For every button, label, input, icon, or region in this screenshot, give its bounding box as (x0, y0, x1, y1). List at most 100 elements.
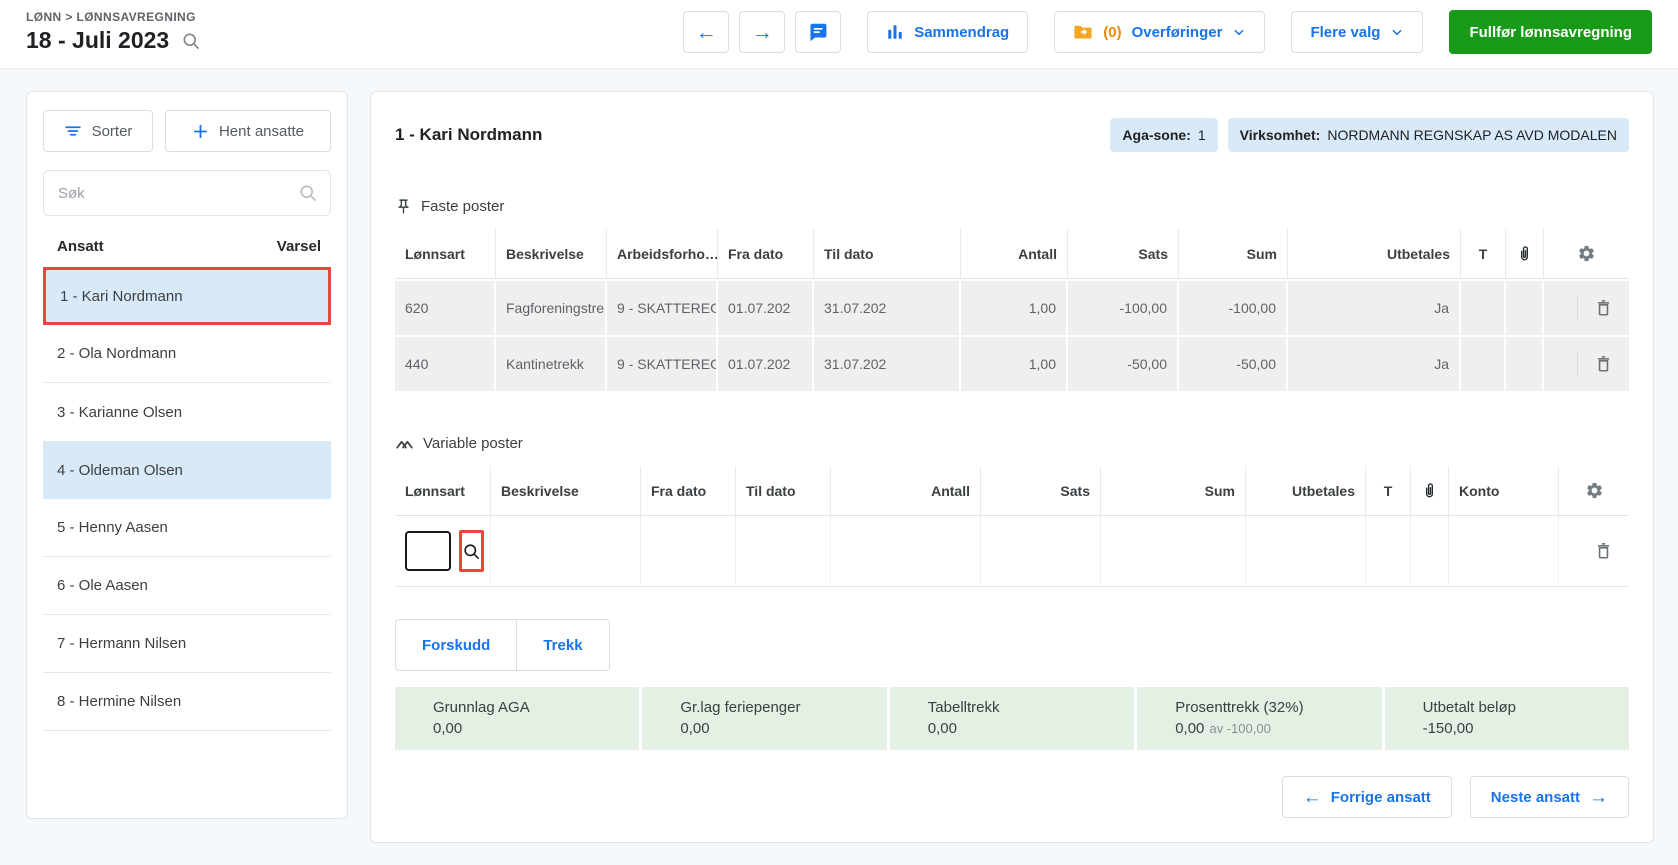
table-header-row: Lønnsart Beskrivelse Fra dato Til dato A… (395, 466, 1629, 516)
summary-card-prosenttrekk: Prosenttrekk (32%) 0,00av -100,00 (1137, 687, 1381, 750)
flere-valg-button[interactable]: Flere valg (1291, 11, 1423, 53)
tab-trekk[interactable]: Trekk (516, 620, 608, 670)
cell-lonnsart (395, 516, 491, 587)
chevron-down-icon (1232, 25, 1246, 39)
cell-arbeidsforhold: 9 - SKATTEREG (607, 281, 718, 335)
sort-label: Sorter (92, 123, 133, 140)
period-search-icon[interactable] (181, 31, 201, 51)
table-header-row: Lønnsart Beskrivelse Arbeidsforho… Fra d… (395, 229, 1629, 279)
summary-card-feriepenger: Gr.lag feriepenger 0,00 (642, 687, 886, 750)
cell-beskrivelse (491, 516, 641, 587)
employee-label: 2 - Ola Nordmann (57, 345, 176, 362)
employee-item[interactable]: 5 - Henny Aasen (43, 499, 331, 557)
employee-item[interactable]: 7 - Hermann Nilsen (43, 615, 331, 673)
variable-poster-table: Lønnsart Beskrivelse Fra dato Til dato A… (395, 466, 1629, 587)
hent-ansatte-button[interactable]: Hent ansatte (165, 110, 331, 152)
column-arbeidsforhold: Arbeidsforho… (607, 229, 718, 278)
cell-lonnsart: 440 (395, 337, 496, 391)
summary-card-utbetalt: Utbetalt beløp -150,00 (1385, 687, 1629, 750)
fullfor-lonnsavregning-button[interactable]: Fullfør lønnsavregning (1449, 10, 1652, 54)
tab-forskudd[interactable]: Forskudd (396, 620, 516, 670)
aga-sone-badge: Aga-sone: 1 (1110, 118, 1217, 152)
employee-label: 4 - Oldeman Olsen (57, 462, 183, 479)
summary-label: Gr.lag feriepenger (680, 699, 876, 716)
overforinger-count: (0) (1103, 24, 1121, 41)
sammendrag-button[interactable]: Sammendrag (867, 11, 1028, 53)
table-settings-button[interactable] (1544, 229, 1629, 278)
topbar-actions: ← → (683, 10, 1652, 54)
employee-item[interactable]: 4 - Oldeman Olsen (43, 441, 331, 499)
overforinger-label: Overføringer (1132, 24, 1223, 41)
aga-sone-label: Aga-sone: (1122, 127, 1190, 143)
cell-sum: -50,00 (1179, 337, 1288, 391)
employee-label: 7 - Hermann Nilsen (57, 635, 186, 652)
table-settings-button[interactable] (1559, 466, 1629, 515)
arrow-left-icon: ← (696, 22, 717, 43)
column-sats: Sats (981, 466, 1101, 515)
summary-value: 0,00 (680, 720, 709, 737)
faste-poster-title: Faste poster (421, 198, 504, 215)
column-beskrivelse: Beskrivelse (496, 229, 607, 278)
double-chevron-up-icon (395, 436, 414, 452)
employee-item[interactable]: 3 - Karianne Olsen (43, 383, 331, 441)
summary-label: Tabelltrekk (928, 699, 1124, 716)
column-fra-dato: Fra dato (718, 229, 814, 278)
delete-row-button[interactable] (1594, 541, 1613, 561)
employee-item[interactable]: 1 - Kari Nordmann (43, 267, 331, 325)
plus-icon (192, 123, 209, 140)
lonnsart-input[interactable] (405, 531, 451, 571)
cell-actions (1544, 281, 1629, 335)
virksomhet-value: NORDMANN REGNSKAP AS AVD MODALEN (1327, 127, 1617, 143)
employee-list-header: Ansatt Varsel (43, 238, 331, 255)
employee-item[interactable]: 2 - Ola Nordmann (43, 325, 331, 383)
cell-t (1366, 516, 1411, 587)
page-title: 18 - Juli 2023 (26, 27, 169, 54)
cell-t (1461, 281, 1506, 335)
column-utbetales: Utbetales (1246, 466, 1366, 515)
employee-label: 5 - Henny Aasen (57, 519, 168, 536)
overforinger-button[interactable]: (0) Overføringer (1054, 11, 1265, 53)
breadcrumb[interactable]: LØNN > LØNNSAVREGNING (26, 10, 201, 24)
cell-beskrivelse: Fagforeningstre (496, 281, 607, 335)
cell-arbeidsforhold: 9 - SKATTEREG (607, 337, 718, 391)
next-employee-button[interactable]: Neste ansatt → (1470, 776, 1629, 818)
forskudd-trekk-tabs: Forskudd Trekk (395, 619, 610, 671)
sammendrag-label: Sammendrag (914, 24, 1009, 41)
next-period-button[interactable]: → (739, 11, 785, 53)
column-utbetales: Utbetales (1288, 229, 1461, 278)
virksomhet-badge: Virksomhet: NORDMANN REGNSKAP AS AVD MOD… (1228, 118, 1629, 152)
payroll-page: LØNN > LØNNSAVREGNING 18 - Juli 2023 ← → (0, 0, 1678, 865)
lonnsart-search-button[interactable] (459, 530, 484, 572)
cell-lonnsart: 620 (395, 281, 496, 335)
comments-button[interactable] (795, 11, 841, 53)
employee-title: 1 - Kari Nordmann (395, 125, 542, 145)
cell-antall (831, 516, 981, 587)
previous-employee-button[interactable]: ← Forrige ansatt (1282, 776, 1452, 818)
cell-actions (1559, 516, 1629, 587)
cell-sats: -50,00 (1068, 337, 1179, 391)
delete-row-button[interactable] (1594, 354, 1613, 374)
cell-til-dato: 31.07.202 (814, 281, 961, 335)
trash-icon (1594, 354, 1613, 374)
column-sats: Sats (1068, 229, 1179, 278)
column-sum: Sum (1101, 466, 1246, 515)
column-sum: Sum (1179, 229, 1288, 278)
employee-item[interactable]: 8 - Hermine Nilsen (43, 673, 331, 731)
column-beskrivelse: Beskrivelse (491, 466, 641, 515)
arrow-right-icon: → (1589, 788, 1608, 807)
employee-search-input[interactable] (43, 170, 331, 216)
previous-period-button[interactable]: ← (683, 11, 729, 53)
cell-konto (1449, 516, 1559, 587)
summary-value: 0,00 (928, 720, 957, 737)
chevron-down-icon (1390, 25, 1404, 39)
delete-row-button[interactable] (1594, 298, 1613, 318)
employee-item[interactable]: 6 - Ole Aasen (43, 557, 331, 615)
arrow-right-icon: → (752, 22, 773, 43)
arrow-left-icon: ← (1303, 788, 1322, 807)
cell-t (1461, 337, 1506, 391)
cell-sats: -100,00 (1068, 281, 1179, 335)
topbar: LØNN > LØNNSAVREGNING 18 - Juli 2023 ← → (0, 0, 1678, 69)
faste-poster-row: 620 Fagforeningstre 9 - SKATTEREG 01.07.… (395, 281, 1629, 335)
search-icon (298, 183, 318, 203)
sort-button[interactable]: Sorter (43, 110, 153, 152)
